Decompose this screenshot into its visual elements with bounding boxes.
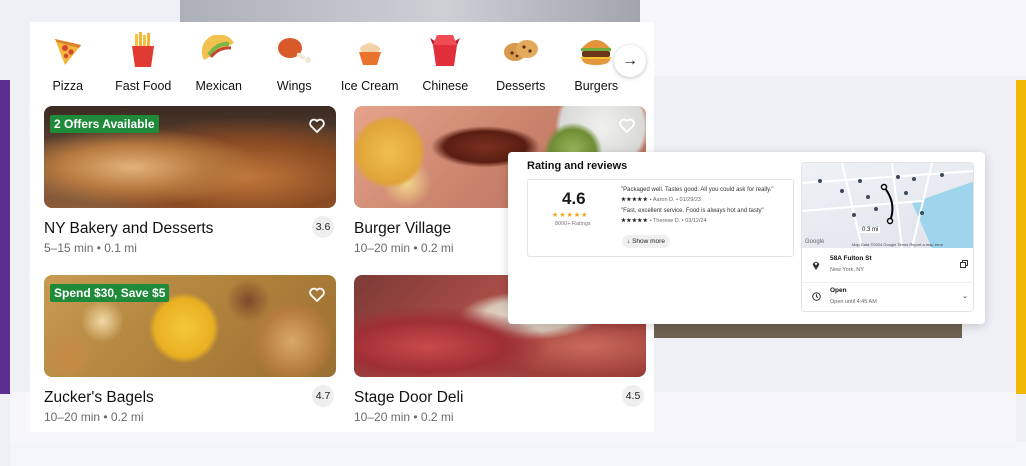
location-card: 0.3 mi Google Map Data ©2024 Google Term… — [801, 162, 974, 312]
category-label: Burgers — [574, 79, 619, 93]
favorite-heart-icon[interactable] — [306, 114, 328, 136]
cookie-icon — [502, 30, 540, 70]
store-image: Spend $30, Save $5 — [44, 275, 336, 377]
map-attribution: Map Data ©2024 Google Terms Report a map… — [852, 242, 944, 247]
category-mexican[interactable]: Mexican — [181, 30, 257, 100]
store-name[interactable]: Zucker's Bagels — [44, 389, 154, 407]
map-distance: 0.3 mi — [860, 227, 881, 233]
review-author-text: • Aaron D. • 01/29/23 — [649, 197, 701, 203]
ice-cream-icon — [355, 30, 385, 70]
category-label: Wings — [276, 79, 312, 93]
address-row[interactable]: 58A Fulton St New York, NY — [802, 251, 973, 283]
rating-count: 8000+ Ratings — [555, 221, 591, 227]
show-more-label: Show more — [632, 238, 665, 245]
show-more-button[interactable]: ↓ Show more — [622, 235, 670, 248]
store-meta: 10–20 min • 0.2 mi — [44, 410, 144, 424]
carousel-next-button[interactable]: → — [614, 45, 646, 77]
review-stars: ★★★★★ — [621, 197, 649, 203]
review-author: ★★★★★ • Aaron D. • 01/29/23 — [621, 197, 701, 203]
category-carousel: Pizza Fast Food Mexican Wings Ice Cream — [30, 30, 654, 100]
pizza-icon — [51, 30, 85, 70]
takeout-box-icon — [427, 30, 463, 70]
category-pizza[interactable]: Pizza — [30, 30, 106, 100]
category-desserts[interactable]: Desserts — [483, 30, 559, 100]
category-fast-food[interactable]: Fast Food — [106, 30, 182, 100]
open-hours: Open until 4:45 AM — [830, 299, 877, 305]
reviews-box: 4.6 ★★★★★ 8000+ Ratings "Packaged well. … — [527, 179, 794, 257]
rating-stars: ★★★★★ — [552, 212, 589, 219]
accent-bar-right — [1016, 80, 1026, 394]
category-label: Fast Food — [115, 79, 172, 93]
taco-icon — [201, 30, 237, 70]
category-label: Ice Cream — [340, 79, 399, 93]
category-label: Desserts — [496, 79, 546, 93]
chicken-leg-icon — [276, 30, 312, 70]
review-quote: "Fast, excellent service. Food is always… — [621, 208, 764, 214]
store-meta: 10–20 min • 0.2 mi — [354, 241, 454, 255]
store-map[interactable]: 0.3 mi Google Map Data ©2024 Google Term… — [802, 163, 973, 248]
store-name[interactable]: Stage Door Deli — [354, 389, 463, 407]
accent-bar-left — [0, 80, 10, 394]
category-wings[interactable]: Wings — [257, 30, 333, 100]
category-chinese[interactable]: Chinese — [408, 30, 484, 100]
burger-icon — [579, 30, 613, 70]
location-pin-icon — [812, 260, 820, 272]
rating-score: 4.6 — [562, 189, 586, 208]
rating-badge: 3.6 — [312, 216, 334, 238]
arrow-down-icon: ↓ — [627, 238, 631, 245]
category-ice-cream[interactable]: Ice Cream — [332, 30, 408, 100]
fries-icon — [128, 30, 158, 70]
review-author-text: • Therese D. • 03/12/24 — [649, 218, 707, 224]
category-label: Mexican — [195, 79, 243, 93]
copy-icon[interactable] — [960, 260, 968, 270]
category-label: Pizza — [52, 79, 84, 93]
offer-badge: 2 Offers Available — [50, 115, 159, 133]
store-info-panel: Rating and reviews 4.6 ★★★★★ 8000+ Ratin… — [508, 152, 985, 324]
rating-badge: 4.5 — [622, 385, 644, 407]
chevron-down-icon[interactable]: ⌄ — [962, 292, 968, 300]
store-image: 2 Offers Available — [44, 106, 336, 208]
store-card[interactable]: 2 Offers Available NY Bakery and Dessert… — [44, 106, 336, 255]
reviews-heading: Rating and reviews — [527, 160, 628, 172]
store-meta: 5–15 min • 0.1 mi — [44, 241, 137, 255]
clock-icon — [812, 292, 821, 303]
rating-badge: 4.7 — [312, 385, 334, 407]
favorite-heart-icon[interactable] — [616, 114, 638, 136]
background-footer-band — [10, 442, 1026, 466]
store-address: 58A Fulton St — [830, 255, 872, 262]
review-quote: "Packaged well. Tastes good. All you cou… — [621, 187, 774, 193]
store-name[interactable]: Burger Village — [354, 220, 451, 238]
hours-row[interactable]: Open Open until 4:45 AM ⌄ — [802, 283, 973, 311]
review-author: ★★★★★ • Therese D. • 03/12/24 — [621, 218, 707, 224]
favorite-heart-icon[interactable] — [306, 283, 328, 305]
store-card[interactable]: Spend $30, Save $5 Zucker's Bagels 10–20… — [44, 275, 336, 424]
arrow-right-icon: → — [622, 52, 638, 69]
map-logo: Google — [805, 239, 825, 245]
review-stars: ★★★★★ — [621, 218, 649, 224]
category-label: Chinese — [422, 79, 469, 93]
open-status: Open — [830, 287, 847, 294]
store-name[interactable]: NY Bakery and Desserts — [44, 220, 213, 238]
store-city: New York, NY — [830, 267, 864, 273]
store-meta: 10–20 min • 0.2 mi — [354, 410, 454, 424]
background-panel — [640, 0, 1026, 76]
offer-badge: Spend $30, Save $5 — [50, 284, 170, 302]
